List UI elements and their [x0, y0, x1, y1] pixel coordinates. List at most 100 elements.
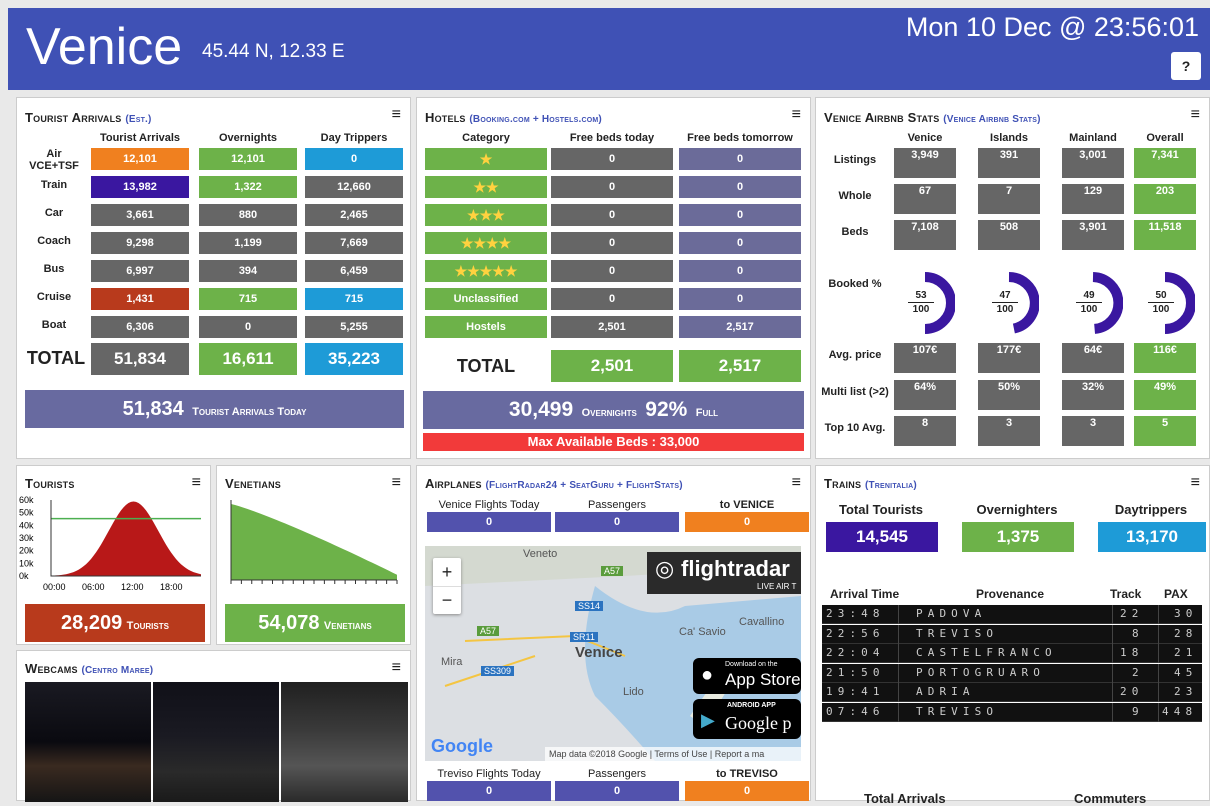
stat-cell: 116€ — [1134, 343, 1196, 373]
stat-cell: 64€ — [1062, 343, 1124, 373]
value-cell: 6,997 — [91, 260, 189, 282]
train-row: 23:48 PADOVA 22 30 — [822, 605, 1202, 624]
google-play-small: ANDROID APP — [727, 702, 776, 709]
total-value: 35,223 — [305, 343, 403, 375]
zoom-out-button[interactable]: − — [433, 586, 461, 614]
terms-link[interactable]: Terms of Use — [654, 749, 707, 759]
flight-stat-label: to TREVISO — [716, 768, 778, 780]
table-header: Arrival Time — [830, 587, 900, 601]
tourist-arrivals-title: Tourist Arrivals (Est.) — [25, 110, 152, 125]
table-header: Provenance — [976, 587, 1045, 601]
tourists-panel: Tourists ≡ 60k 50k 40k 30k 20k 10k 0k 00:00 06:0… — [16, 465, 211, 645]
train-stat-value: 1,375 — [962, 522, 1074, 552]
free-beds-cell: 0 — [679, 148, 801, 170]
table-header: PAX — [1164, 587, 1188, 601]
menu-icon[interactable]: ≡ — [792, 106, 801, 124]
airbnb-panel: Venice Airbnb Stats (Venice Airbnb Stats… — [815, 97, 1210, 459]
column-header: Day Trippers — [320, 132, 388, 144]
free-beds-cell: 0 — [551, 204, 673, 226]
summary-label: Tourist Arrivals Today — [192, 406, 307, 418]
overnights-value: 30,499 — [508, 398, 574, 421]
row-label: Beds — [841, 226, 869, 238]
x-tick-label: 06:00 — [82, 582, 105, 592]
pax: 23 — [1174, 685, 1198, 698]
coordinates: 45.44 N, 12.33 E — [202, 41, 345, 62]
stat-cell: 64% — [894, 380, 956, 410]
tourists-title: Tourists — [25, 476, 75, 491]
venetians-panel: Venetians ≡ 54,078 Venetians — [216, 465, 411, 645]
value-cell: 7,669 — [305, 232, 403, 254]
column-header: Venice — [907, 132, 943, 144]
stat-cell: 177€ — [978, 343, 1040, 373]
booked-fraction: 47 100 — [992, 290, 1018, 315]
y-tick-label: 10k — [19, 558, 34, 568]
menu-icon[interactable]: ≡ — [1191, 106, 1200, 124]
app-store-badge[interactable]: ● Download on the App Store — [693, 658, 801, 694]
menu-icon[interactable]: ≡ — [1191, 474, 1200, 492]
provenance: TREVISO — [916, 704, 999, 718]
menu-icon[interactable]: ≡ — [192, 474, 201, 492]
report-link[interactable]: Report a ma — [715, 749, 765, 759]
google-logo: Google — [431, 736, 493, 756]
menu-icon[interactable]: ≡ — [392, 106, 401, 124]
apple-icon: ● — [701, 664, 714, 686]
column-header: Free beds tomorrow — [687, 132, 793, 144]
column-separator — [898, 683, 899, 702]
column-separator — [1158, 624, 1159, 644]
column-separator — [898, 644, 899, 663]
booked-fraction: 49 100 — [1076, 290, 1102, 315]
train-stat-value: 13,170 — [1098, 522, 1206, 552]
webcam-image[interactable] — [25, 682, 151, 802]
airplanes-title: Airplanes (FlightRadar24 + SeatGuru + Fl… — [425, 476, 683, 491]
help-icon[interactable]: ? — [1171, 52, 1201, 80]
flight-map[interactable]: Veneto A57 SS14 A57 SR11 Cavallino Ca' S… — [425, 546, 801, 761]
row-label: Bus — [43, 263, 65, 275]
stat-cell: 3 — [978, 416, 1040, 446]
flightradar-brand: flightradar — [681, 556, 790, 581]
value-cell: 715 — [199, 288, 297, 310]
webcam-image[interactable] — [153, 682, 279, 802]
y-tick-label: 20k — [19, 546, 34, 556]
train-stat-label: Overnighters — [976, 502, 1058, 517]
total-value: 2,501 — [551, 350, 673, 382]
provenance: ADRIA — [916, 685, 975, 698]
tourist-arrivals-summary: 51,834 Tourist Arrivals Today — [25, 390, 404, 428]
menu-icon[interactable]: ≡ — [392, 474, 401, 492]
value-cell: 9,298 — [91, 232, 189, 254]
value-cell: 715 — [305, 288, 403, 310]
pax: 448 — [1162, 704, 1198, 718]
flightradar-icon: ◎ — [655, 556, 675, 581]
train-stat-value: 14,545 — [826, 522, 938, 552]
google-play-badge[interactable]: ▶ ANDROID APP Google p — [693, 699, 801, 739]
arrival-time: 22:04 — [826, 646, 885, 659]
row-label: Boat — [41, 319, 67, 331]
y-tick-label: 60k — [19, 495, 34, 505]
booked-numerator: 49 — [1083, 290, 1095, 301]
booked-denominator: 100 — [1152, 304, 1170, 315]
zoom-in-button[interactable]: + — [433, 558, 461, 586]
hotels-summary: 30,499 Overnights 92% Full — [423, 391, 804, 429]
google-play-label: Google p — [725, 713, 792, 733]
app-store-small: Download on the — [725, 661, 778, 668]
flight-stat-value: 0 — [685, 781, 809, 801]
summary-value: 51,834 — [122, 398, 184, 420]
value-cell: 1,199 — [199, 232, 297, 254]
free-beds-cell: 0 — [679, 204, 801, 226]
value-cell: 12,660 — [305, 176, 403, 198]
x-tick-label: 12:00 — [121, 582, 144, 592]
stat-cell: 11,518 — [1134, 220, 1196, 250]
flightradar-logo[interactable]: ◎ flightradar LIVE AIR T — [647, 552, 801, 594]
fraction-line — [992, 302, 1018, 303]
y-tick-label: 0k — [19, 571, 29, 581]
map-place-label: Cavallino — [739, 616, 785, 628]
menu-icon[interactable]: ≡ — [792, 474, 801, 492]
category-cell: ★★★ — [425, 204, 547, 226]
menu-icon[interactable]: ≡ — [392, 659, 401, 677]
category-cell: ★★★★★ — [425, 260, 547, 282]
category-cell: ★★ — [425, 176, 547, 198]
total-value: 16,611 — [199, 343, 297, 375]
column-separator — [898, 702, 899, 722]
booked-denominator: 100 — [996, 304, 1014, 315]
venetians-area — [231, 504, 397, 580]
webcam-image[interactable] — [281, 682, 408, 802]
